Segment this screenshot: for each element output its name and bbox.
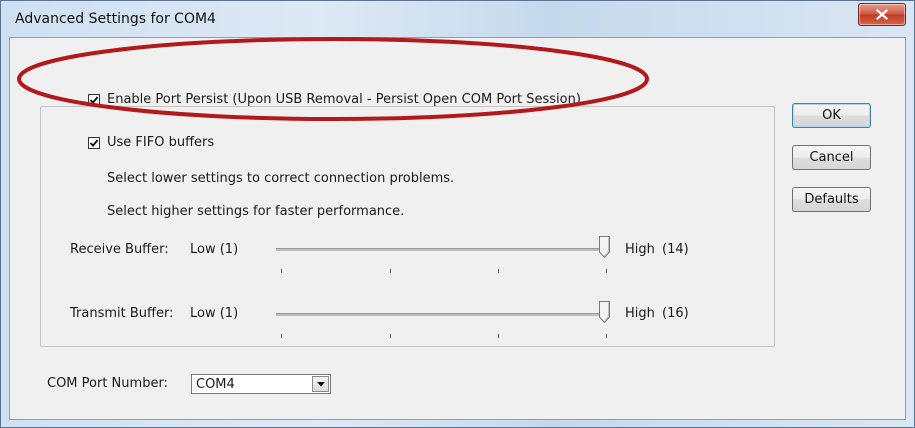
receive-slider-thumb[interactable] <box>599 236 610 258</box>
receive-buffer-label: Receive Buffer: <box>70 242 169 257</box>
hint-higher: Select higher settings for faster perfor… <box>107 204 405 219</box>
dialog-window: Advanced Settings for COM4 Enable Port P… <box>0 0 915 428</box>
receive-slider-track[interactable] <box>276 248 609 251</box>
transmit-tick <box>281 334 282 338</box>
cancel-button[interactable]: Cancel <box>792 145 871 170</box>
port-persist-checkbox[interactable] <box>88 93 100 106</box>
port-persist-option[interactable]: Enable Port Persist (Upon USB Removal - … <box>88 92 581 107</box>
port-persist-label: Enable Port Persist (Upon USB Removal - … <box>107 92 581 107</box>
receive-tick <box>390 269 391 273</box>
com-port-label: COM Port Number: <box>47 376 168 391</box>
close-icon <box>876 9 888 20</box>
window-title: Advanced Settings for COM4 <box>15 11 216 27</box>
com-port-dropdown[interactable]: COM4 <box>191 374 331 394</box>
receive-tick <box>498 269 499 273</box>
defaults-button[interactable]: Defaults <box>792 187 871 212</box>
com-port-selected: COM4 <box>196 377 235 392</box>
fifo-option[interactable]: Use FIFO buffers <box>88 135 214 150</box>
com-port-dropdown-button[interactable] <box>312 376 329 392</box>
transmit-tick <box>498 334 499 338</box>
title-bar[interactable]: Advanced Settings for COM4 <box>1 1 914 37</box>
transmit-high-label: High <box>625 306 655 321</box>
close-button[interactable] <box>858 3 906 26</box>
transmit-low-label: Low (1) <box>190 306 239 321</box>
receive-tick <box>606 269 607 273</box>
fifo-label: Use FIFO buffers <box>107 135 215 150</box>
transmit-slider-thumb[interactable] <box>599 301 610 323</box>
transmit-slider-track[interactable] <box>276 313 609 316</box>
dialog-client-area: Enable Port Persist (Upon USB Removal - … <box>9 37 906 420</box>
receive-low-label: Low (1) <box>190 242 239 257</box>
receive-high-label: High <box>625 242 655 257</box>
receive-value: (14) <box>662 242 689 257</box>
fifo-checkbox[interactable] <box>88 136 100 149</box>
transmit-buffer-label: Transmit Buffer: <box>70 306 174 321</box>
hint-lower: Select lower settings to correct connect… <box>107 171 455 186</box>
check-icon <box>89 95 99 104</box>
ok-button[interactable]: OK <box>792 103 871 128</box>
receive-tick <box>281 269 282 273</box>
transmit-tick <box>390 334 391 338</box>
check-icon <box>89 138 99 147</box>
transmit-tick <box>606 334 607 338</box>
transmit-value: (16) <box>662 306 689 321</box>
chevron-down-icon <box>316 381 325 386</box>
